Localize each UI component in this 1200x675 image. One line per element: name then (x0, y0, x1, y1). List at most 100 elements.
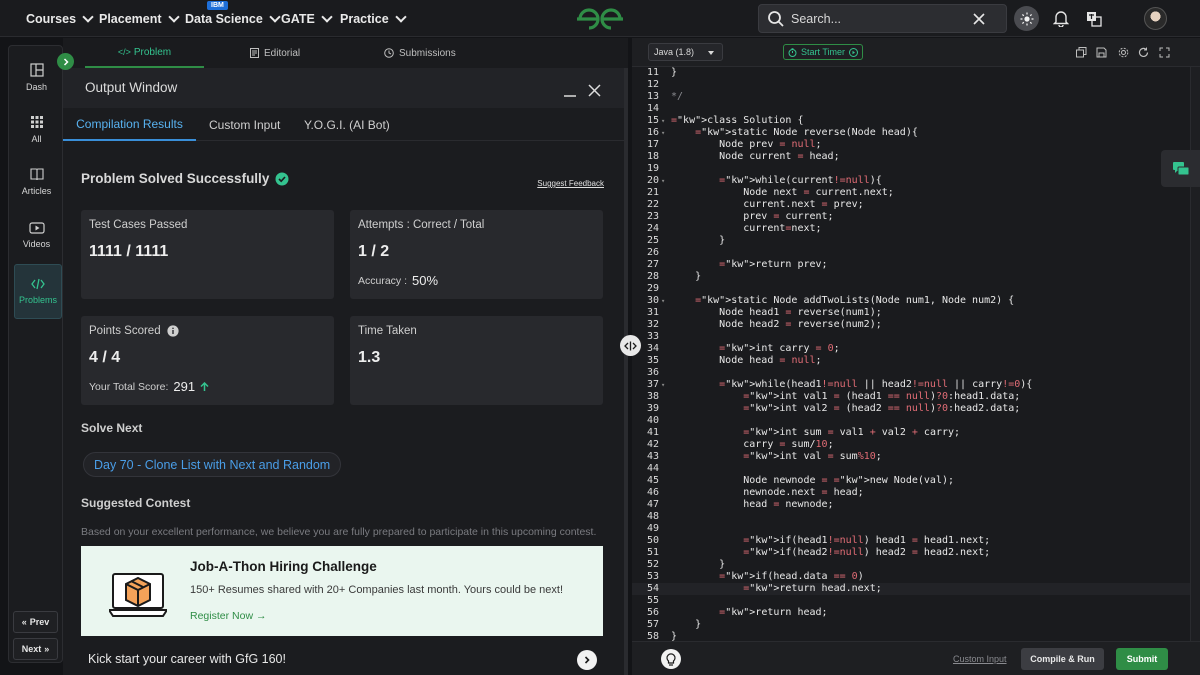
fold-arrow-icon[interactable]: ▾ (661, 295, 665, 307)
code-line[interactable]: 47 head = newnode; (632, 499, 1200, 511)
chat-button[interactable] (1161, 150, 1200, 187)
theme-toggle-button[interactable] (1014, 6, 1039, 31)
solve-next-link[interactable]: Day 70 - Clone List with Next and Random (83, 452, 342, 477)
code-line[interactable]: 13 */ (632, 91, 1200, 103)
code-line[interactable]: 22 current.next = prev; (632, 199, 1200, 211)
code-line[interactable]: 37 ▾ ="kw">while(head1!=null || head2!=nu… (632, 379, 1200, 391)
custom-input-link[interactable]: Custom Input (953, 654, 1007, 664)
code-line[interactable]: 52 } (632, 559, 1200, 571)
code-line[interactable]: 35 Node head = null; (632, 355, 1200, 367)
avatar[interactable] (1144, 7, 1167, 30)
gfg160-bar[interactable]: Kick start your career with GfG 160! (63, 641, 625, 675)
contest-banner[interactable]: Job-A-Thon Hiring Challenge 150+ Resumes… (81, 546, 603, 636)
sidebar-item-problems[interactable]: Problems (14, 264, 62, 319)
code-line[interactable]: 45 Node newnode = ="kw">new Node(val); (632, 475, 1200, 487)
code-line[interactable]: 49 (632, 523, 1200, 535)
code-editor[interactable]: 11} 12 13 */14 15 ▾ ="kw">class Solution {16 ▾ … (632, 67, 1200, 642)
compile-run-button[interactable]: Compile & Run (1021, 648, 1104, 670)
code-line[interactable]: 19 (632, 163, 1200, 175)
code-line[interactable]: 21 Node next = current.next; (632, 187, 1200, 199)
code-line[interactable]: 23 prev = current; (632, 211, 1200, 223)
nav-data-science[interactable]: Data Science (185, 0, 281, 37)
notification-button[interactable] (1048, 6, 1073, 31)
code-line[interactable]: 26 (632, 247, 1200, 259)
panel-resize-handle[interactable] (620, 335, 641, 356)
code-line[interactable]: 53 ="kw">if(head.data == 0) (632, 571, 1200, 583)
code-line[interactable]: 20 ▾ ="kw">while(current!=null){ (632, 175, 1200, 187)
code-line[interactable]: 48 (632, 511, 1200, 523)
output-scrollbar[interactable] (624, 68, 628, 675)
tab-submissions[interactable]: Submissions (384, 38, 456, 68)
code-line[interactable]: 15 ▾ ="kw">class Solution { (632, 115, 1200, 127)
code-line[interactable]: 57 } (632, 619, 1200, 631)
fullscreen-icon[interactable] (1159, 47, 1170, 58)
suggest-feedback-link[interactable]: Suggest Feedback (537, 179, 604, 188)
info-icon[interactable] (167, 325, 179, 337)
code-line[interactable]: 16 ▾ ="kw">static Node reverse(Node head)… (632, 127, 1200, 139)
gfg160-arrow-button[interactable] (577, 650, 597, 670)
close-icon[interactable] (588, 84, 601, 97)
code-line[interactable]: 38 ="kw">int val1 = (head1 == null)?0:he… (632, 391, 1200, 403)
gfg-logo[interactable] (576, 6, 624, 32)
code-line[interactable]: 56 ="kw">return head; (632, 607, 1200, 619)
translate-button[interactable] (1081, 6, 1106, 31)
code-line[interactable]: 33 (632, 331, 1200, 343)
search-input[interactable] (791, 11, 961, 26)
save-icon[interactable] (1096, 47, 1107, 58)
fold-arrow-icon[interactable]: ▾ (661, 115, 665, 127)
code-line[interactable]: 17 Node prev = null; (632, 139, 1200, 151)
start-timer-button[interactable]: Start Timer (783, 44, 864, 60)
code-line[interactable]: 28 } (632, 271, 1200, 283)
code-line[interactable]: 51 ="kw">if(head2!=null) head2 = head2.n… (632, 547, 1200, 559)
code-line[interactable]: 12 (632, 79, 1200, 91)
code-line[interactable]: 42 carry = sum/10; (632, 439, 1200, 451)
code-line[interactable]: 31 Node head1 = reverse(num1); (632, 307, 1200, 319)
code-line[interactable]: 55 (632, 595, 1200, 607)
hint-button[interactable] (661, 649, 681, 669)
code-line[interactable]: 27 ="kw">return prev; (632, 259, 1200, 271)
code-line[interactable]: 46 newnode.next = head; (632, 487, 1200, 499)
code-line[interactable]: 44 (632, 463, 1200, 475)
code-line[interactable]: 30 ▾ ="kw">static Node addTwoLists(Node n… (632, 295, 1200, 307)
nav-courses[interactable]: Courses (26, 0, 94, 37)
minimize-icon[interactable] (563, 84, 577, 98)
tab-problem[interactable]: </> Problem (85, 38, 204, 68)
code-line[interactable]: 32 Node head2 = reverse(num2); (632, 319, 1200, 331)
sidebar-item-dash[interactable]: Dash (9, 63, 64, 92)
code-line[interactable]: 24 current=next; (632, 223, 1200, 235)
submit-button[interactable]: Submit (1116, 648, 1168, 670)
sidebar-item-videos[interactable]: Videos (9, 222, 64, 249)
nav-placement[interactable]: Placement (99, 0, 180, 37)
nav-practice[interactable]: Practice (340, 0, 407, 37)
nav-gate[interactable]: GATE (281, 0, 333, 37)
code-line[interactable]: 18 Node current = head; (632, 151, 1200, 163)
expand-sidebar-button[interactable] (57, 53, 74, 70)
code-line[interactable]: 54 ="kw">return head.next; (632, 583, 1200, 595)
prev-button[interactable]: «Prev (13, 611, 58, 633)
refresh-icon[interactable] (1138, 47, 1149, 58)
code-line[interactable]: 50 ="kw">if(head1!=null) head1 = head1.n… (632, 535, 1200, 547)
next-button[interactable]: Next» (13, 638, 58, 660)
register-now-link[interactable]: Register Now → (190, 610, 266, 622)
sidebar-item-all[interactable]: All (9, 115, 64, 144)
code-line[interactable]: 41 ="kw">int sum = val1 + val2 + carry; (632, 427, 1200, 439)
code-line[interactable]: 11} (632, 67, 1200, 79)
tab-yogi-bot[interactable]: Y.O.G.I. (AI Bot) (304, 108, 390, 141)
gear-icon[interactable] (1118, 47, 1129, 58)
fold-arrow-icon[interactable]: ▾ (661, 175, 665, 187)
tab-editorial[interactable]: Editorial (250, 38, 300, 68)
close-icon[interactable] (973, 12, 985, 25)
code-line[interactable]: 34 ="kw">int carry = 0; (632, 343, 1200, 355)
fold-arrow-icon[interactable]: ▾ (661, 379, 665, 391)
code-line[interactable]: 29 (632, 283, 1200, 295)
copy-icon[interactable] (1076, 47, 1087, 58)
language-select[interactable]: Java (1.8) (648, 43, 723, 61)
code-line[interactable]: 14 (632, 103, 1200, 115)
sidebar-item-articles[interactable]: Articles (9, 167, 64, 196)
code-line[interactable]: 39 ="kw">int val2 = (head2 == null)?0:he… (632, 403, 1200, 415)
code-line[interactable]: 40 (632, 415, 1200, 427)
code-line[interactable]: 25 } (632, 235, 1200, 247)
tab-compilation-results[interactable]: Compilation Results (63, 108, 196, 141)
code-line[interactable]: 36 (632, 367, 1200, 379)
tab-custom-input[interactable]: Custom Input (209, 108, 280, 141)
